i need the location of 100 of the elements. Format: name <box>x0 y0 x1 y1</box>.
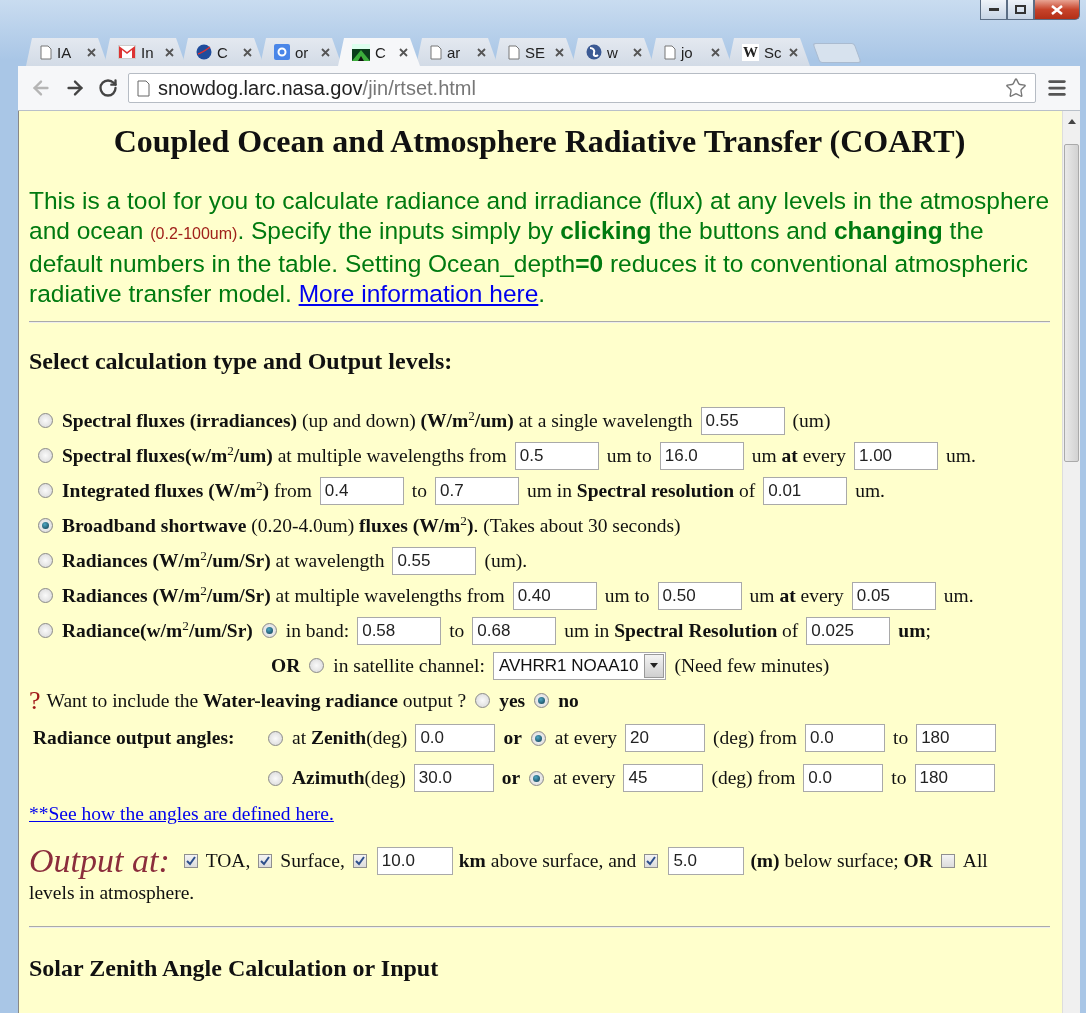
scroll-up-icon[interactable] <box>1067 119 1076 124</box>
radio-button[interactable] <box>38 413 53 428</box>
channel-select[interactable]: AVHRR1 NOAA10 <box>492 651 667 680</box>
radio-button[interactable] <box>261 623 277 638</box>
checkbox[interactable] <box>644 854 659 868</box>
close-icon[interactable] <box>87 47 96 57</box>
checkbox[interactable] <box>352 854 367 868</box>
radio-button[interactable] <box>529 770 545 786</box>
number-field[interactable]: 180 <box>916 724 997 752</box>
close-icon[interactable] <box>711 47 720 57</box>
number-field[interactable]: 0.58 <box>357 616 442 645</box>
browser-tab[interactable]: w <box>572 38 654 66</box>
number-field[interactable]: 30.0 <box>413 764 494 792</box>
browser-tab[interactable]: C <box>182 38 264 66</box>
checkbox[interactable] <box>258 854 273 868</box>
radio-button[interactable] <box>38 518 53 533</box>
number-field[interactable]: 0.025 <box>806 616 891 645</box>
close-icon[interactable] <box>243 47 252 57</box>
document-icon <box>40 44 52 60</box>
document-icon <box>137 79 150 97</box>
radio-button[interactable] <box>534 693 550 708</box>
form-text: (um). <box>484 549 528 572</box>
number-field[interactable]: 0.0 <box>803 764 884 792</box>
number-field[interactable]: 45 <box>623 764 704 792</box>
number-field[interactable]: 0.40 <box>512 581 597 610</box>
browser-tab[interactable]: or <box>260 38 342 66</box>
reload-button[interactable] <box>96 76 120 100</box>
radio-button[interactable] <box>475 693 491 708</box>
number-field[interactable]: 0.01 <box>763 476 848 505</box>
browser-tab[interactable]: In <box>104 38 186 66</box>
number-field[interactable]: 0.7 <box>434 476 519 505</box>
form-text: Radiance(w/m$^{2}$/um/Sr) <box>62 619 253 642</box>
document-icon <box>430 44 442 60</box>
number-field[interactable]: 16.0 <box>659 441 744 470</box>
form-text: Azimuth(deg) <box>292 767 406 789</box>
radio-button[interactable] <box>38 483 53 498</box>
browser-tab[interactable]: W Sc <box>728 38 810 66</box>
number-field[interactable]: 0.4 <box>319 476 404 505</box>
form-text: Spectral fluxes(w/m$^{2}$/um) at multiple wavelengths from <box>62 444 507 467</box>
radio-button[interactable] <box>38 553 53 568</box>
close-icon[interactable] <box>165 47 174 57</box>
form-text: um at every <box>749 584 844 607</box>
checkbox[interactable] <box>183 854 198 868</box>
number-field[interactable]: 10.0 <box>376 847 453 875</box>
number-field[interactable]: 0.5 <box>514 441 599 470</box>
form-text: or <box>501 767 521 789</box>
number-field[interactable]: 0.0 <box>415 724 496 752</box>
close-icon[interactable] <box>399 47 408 57</box>
number-field[interactable]: 0.55 <box>700 406 785 435</box>
angles-label: Radiance output angles: <box>33 727 235 748</box>
browser-tab[interactable]: ar <box>416 38 498 66</box>
form-text: um. <box>943 584 974 607</box>
address-field[interactable]: snowdog.larc.nasa.gov/jin/rtset.html <box>128 73 1036 103</box>
form-text: um in Spectral Resolution of <box>564 619 799 642</box>
angles-link[interactable]: **See how the angles are defined here. <box>29 803 334 825</box>
number-field[interactable]: 180 <box>914 764 995 792</box>
minimize-button[interactable] <box>980 0 1007 20</box>
radio-button[interactable] <box>268 730 283 746</box>
number-field[interactable]: 0.55 <box>392 546 477 575</box>
browser-tab[interactable]: SE <box>494 38 576 66</box>
star-icon[interactable] <box>1005 77 1027 99</box>
browser-tab[interactable]: C <box>338 38 420 66</box>
radio-button[interactable] <box>309 658 325 673</box>
close-button[interactable] <box>1034 0 1080 20</box>
form-text: Want to include the Water-leaving radiance output ? <box>46 689 467 712</box>
radio-button[interactable] <box>38 588 53 603</box>
close-icon[interactable] <box>633 47 642 57</box>
number-field[interactable]: 0.05 <box>851 581 936 610</box>
scrollbar[interactable] <box>1062 111 1080 1013</box>
form-text: to <box>411 479 427 502</box>
close-icon[interactable] <box>555 47 564 57</box>
more-info-link[interactable]: More information here <box>298 280 539 307</box>
number-field[interactable]: 0.0 <box>805 724 885 752</box>
checkbox[interactable] <box>940 854 955 868</box>
radio-button[interactable] <box>268 770 283 786</box>
envelope-icon <box>118 45 136 59</box>
form-text: um. <box>945 444 976 467</box>
form-text: km above surface, and <box>458 850 637 872</box>
close-icon[interactable] <box>789 47 798 57</box>
number-field[interactable]: 5.0 <box>668 847 745 875</box>
number-field[interactable]: 20 <box>625 724 706 752</box>
close-icon[interactable] <box>321 47 330 57</box>
close-icon[interactable] <box>477 47 486 57</box>
browser-tab[interactable]: IA <box>26 38 108 66</box>
maximize-button[interactable] <box>1007 0 1034 20</box>
radio-button[interactable] <box>38 623 53 638</box>
form-text: (Need few minutes) <box>674 654 830 677</box>
form-text: TOA, <box>205 850 251 872</box>
radio-button[interactable] <box>530 730 546 746</box>
form-text: yes <box>499 689 526 712</box>
number-field[interactable]: 1.00 <box>853 441 938 470</box>
browser-tab[interactable]: jo <box>650 38 732 66</box>
number-field[interactable]: 0.68 <box>472 616 557 645</box>
radio-button[interactable] <box>38 448 53 463</box>
close-icon <box>1051 4 1063 15</box>
number-field[interactable]: 0.50 <box>657 581 742 610</box>
wiki-logo-icon: W <box>742 43 759 61</box>
form-text: um at every <box>751 444 846 467</box>
globe-icon <box>586 44 602 60</box>
scroll-thumb[interactable] <box>1064 144 1079 462</box>
